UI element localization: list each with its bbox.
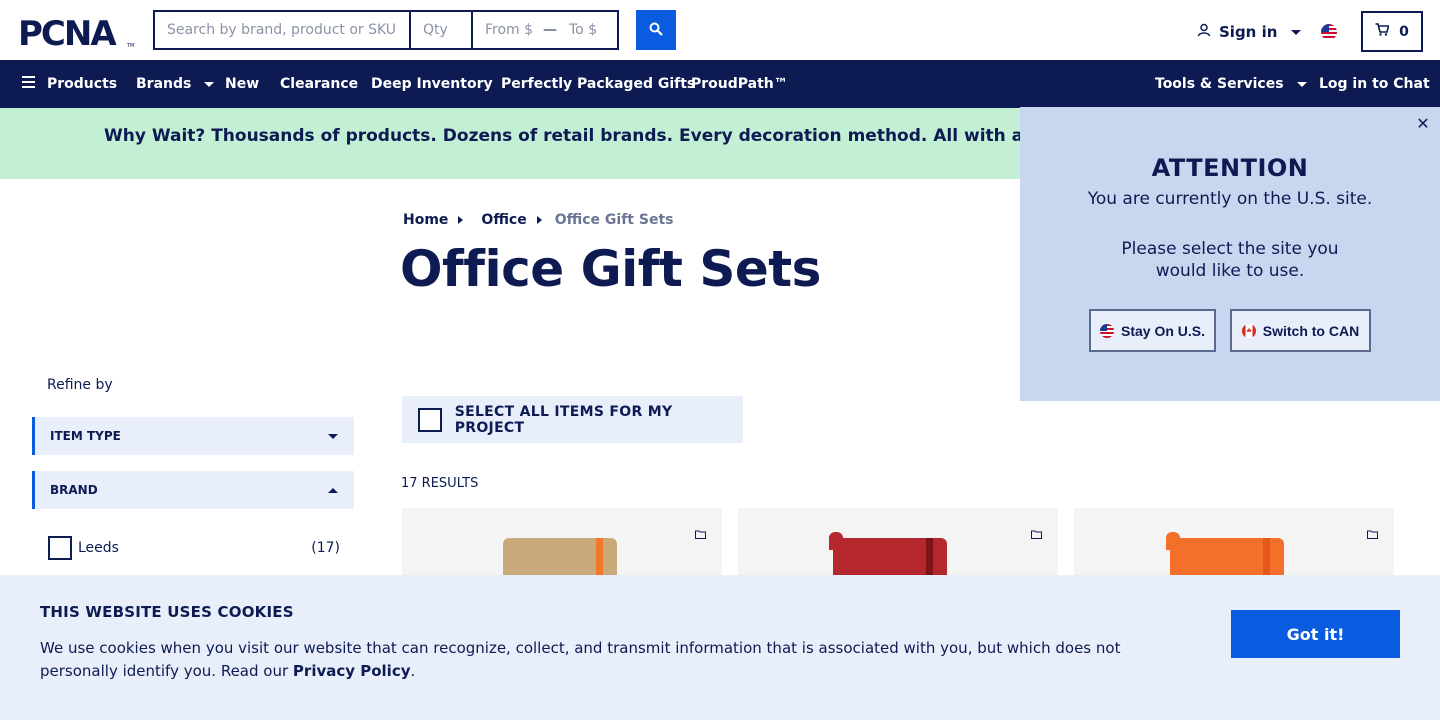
nav-perfectly-packaged-gifts[interactable]: Perfectly Packaged Gifts: [501, 60, 695, 108]
breadcrumb-home[interactable]: Home: [403, 212, 448, 228]
nav-proudpath-label: ProudPath™: [691, 76, 788, 92]
hamburger-icon: [22, 76, 35, 92]
svg-text:TM: TM: [126, 43, 134, 48]
switch-to-can-label: Switch to CAN: [1262, 322, 1360, 339]
site-selector-modal: ✕ ATTENTION You are currently on the U.S…: [1020, 107, 1440, 401]
chevron-down-icon: [328, 433, 338, 439]
price-range-separator: —: [543, 22, 557, 38]
svg-text:PCNA: PCNA: [18, 14, 117, 48]
stay-on-us-button[interactable]: Stay On U.S.: [1089, 309, 1216, 352]
accept-cookies-button[interactable]: Got it!: [1231, 610, 1400, 658]
cookie-text: We use cookies when you visit our websit…: [40, 637, 1130, 683]
nav-products[interactable]: Products: [22, 60, 117, 108]
cart-button[interactable]: 0: [1361, 11, 1423, 52]
checkbox[interactable]: [48, 536, 72, 560]
nav-chat-login[interactable]: Log in to Chat: [1319, 60, 1430, 108]
search-icon: [649, 22, 663, 39]
nav-chat-label: Log in to Chat: [1319, 76, 1430, 92]
cookie-title: THIS WEBSITE USES COOKIES: [40, 603, 294, 621]
cookie-text-line2: personally identify you. Read our: [40, 662, 289, 680]
price-from-input[interactable]: [473, 12, 543, 48]
chevron-right-icon: [458, 216, 464, 224]
cart-count: 0: [1399, 23, 1409, 40]
price-to-input[interactable]: [557, 12, 617, 48]
nav-new[interactable]: New: [225, 60, 259, 108]
modal-instruction-line2: would like to use.: [1155, 261, 1305, 281]
sign-in-label: Sign in: [1219, 23, 1278, 41]
nav-deep-inventory[interactable]: Deep Inventory: [371, 60, 493, 108]
page-title: Office Gift Sets: [400, 240, 821, 298]
results-count: 17 RESULTS: [401, 476, 479, 491]
us-flag-icon: [1099, 323, 1114, 338]
select-all-project[interactable]: SELECT ALL ITEMS FOR MY PROJECT: [402, 396, 743, 443]
close-icon[interactable]: ✕: [1416, 116, 1430, 132]
refine-by-label: Refine by: [47, 377, 113, 393]
facet-brand-label: BRAND: [50, 483, 98, 497]
switch-to-can-button[interactable]: Switch to CAN: [1230, 309, 1371, 352]
checkbox[interactable]: [418, 407, 442, 432]
chevron-down-icon: [1296, 81, 1307, 87]
facet-item-type-label: ITEM TYPE: [50, 429, 121, 443]
select-all-label: SELECT ALL ITEMS FOR MY PROJECT: [454, 403, 673, 436]
cookie-banner: THIS WEBSITE USES COOKIES We use cookies…: [0, 575, 1440, 720]
facet-option-leeds[interactable]: Leeds (17): [48, 536, 340, 560]
chevron-right-icon: [536, 216, 542, 224]
folder-icon[interactable]: [1367, 524, 1378, 539]
nav-perfectly-packaged-label: Perfectly Packaged Gifts: [501, 76, 696, 92]
folder-icon[interactable]: [1031, 524, 1042, 539]
nav-proudpath[interactable]: ProudPath™: [691, 60, 788, 108]
modal-title: ATTENTION: [1151, 154, 1309, 182]
canada-flag-icon: [1241, 323, 1256, 338]
facet-item-type[interactable]: ITEM TYPE: [32, 417, 354, 455]
stay-on-us-label: Stay On U.S.: [1120, 322, 1206, 339]
search-bar: —: [153, 10, 619, 50]
us-flag-icon[interactable]: [1321, 24, 1337, 40]
facet-option-count: (17): [311, 540, 340, 556]
facet-brand[interactable]: BRAND: [32, 471, 354, 509]
search-input[interactable]: [155, 12, 411, 48]
privacy-policy-link[interactable]: Privacy Policy: [293, 662, 411, 680]
promo-text: Why Wait? Thousands of products. Dozens …: [104, 126, 1116, 146]
cart-icon: [1375, 23, 1390, 40]
pcna-logo[interactable]: PCNA TM: [18, 14, 136, 54]
chevron-down-icon: [1291, 29, 1302, 35]
quantity-input[interactable]: [411, 12, 473, 48]
breadcrumb-office[interactable]: Office: [481, 212, 526, 228]
nav-deep-inventory-label: Deep Inventory: [371, 76, 493, 92]
breadcrumb-current: Office Gift Sets: [554, 212, 674, 228]
nav-brands-label: Brands: [136, 76, 192, 92]
modal-current-site-text: You are currently on the U.S. site.: [1087, 189, 1373, 209]
chevron-up-icon: [328, 487, 338, 493]
search-button[interactable]: [636, 10, 676, 50]
nav-clearance[interactable]: Clearance: [280, 60, 358, 108]
main-nav: Products Brands New Clearance Deep Inven…: [0, 60, 1440, 108]
nav-new-label: New: [225, 76, 260, 92]
facet-option-label: Leeds: [78, 540, 119, 556]
cookie-text-line1: We use cookies when you visit our websit…: [40, 639, 1121, 657]
breadcrumb: Home Office Office Gift Sets: [403, 212, 673, 228]
sign-in-menu[interactable]: Sign in: [1197, 20, 1302, 44]
top-header: PCNA TM — Sign in 0: [0, 0, 1440, 60]
nav-clearance-label: Clearance: [280, 76, 359, 92]
user-icon: [1197, 23, 1211, 41]
nav-tools-services-label: Tools & Services: [1155, 76, 1284, 92]
modal-instruction-line1: Please select the site you: [1121, 239, 1339, 259]
nav-tools-services[interactable]: Tools & Services: [1155, 60, 1307, 108]
cookie-text-period: .: [410, 662, 416, 680]
nav-brands[interactable]: Brands: [136, 60, 215, 108]
chevron-down-icon: [204, 81, 215, 87]
folder-icon[interactable]: [695, 524, 706, 539]
nav-products-label: Products: [47, 76, 118, 92]
